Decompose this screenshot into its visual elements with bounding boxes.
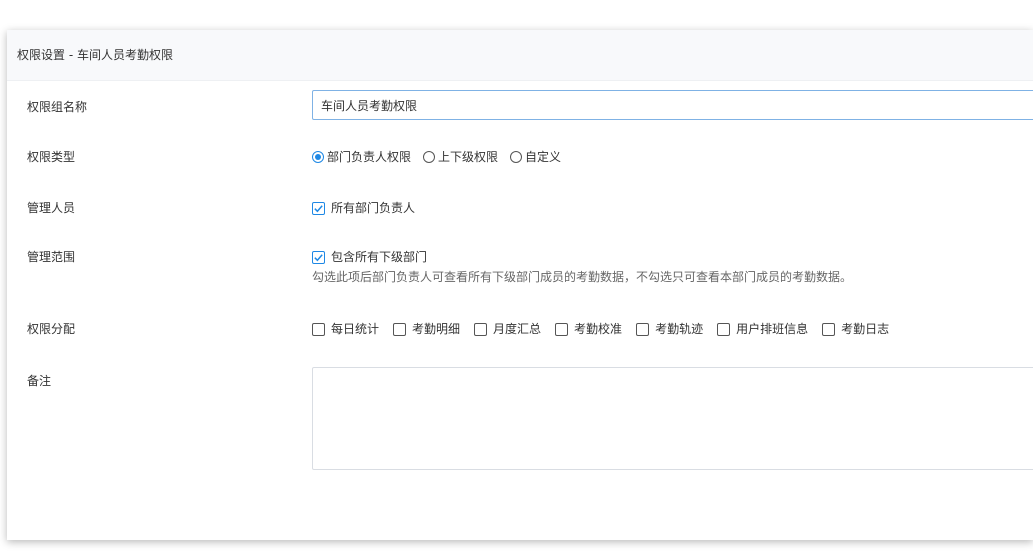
remark-label: 备注 (27, 374, 52, 388)
scope-hint: 勾选此项后部门负责人可查看所有下级部门成员的考勤数据，不勾选只可查看本部门成员的… (312, 270, 853, 284)
checkbox-label: 包含所有下级部门 (331, 250, 428, 264)
checkbox-checked-icon (312, 250, 325, 264)
perm-type-radio-group: 部门负责人权限 上下级权限 自定义 (312, 148, 1033, 166)
perm-type-option-hierarchy[interactable]: 上下级权限 (423, 148, 498, 166)
perm-type-option-dept-head[interactable]: 部门负责人权限 (312, 148, 411, 166)
group-name-label: 权限组名称 (27, 100, 88, 114)
group-name-input[interactable] (312, 90, 1033, 120)
checkbox-unchecked-icon (822, 322, 836, 336)
perm-type-option-label: 上下级权限 (438, 150, 499, 164)
checkbox-label: 所有部门负责人 (331, 201, 416, 215)
allocation-option-attendance-track[interactable]: 考勤轨迹 (636, 320, 703, 338)
checkbox-label: 考勤日志 (841, 322, 890, 336)
remark-textarea[interactable] (312, 367, 1033, 470)
checkbox-label: 每日统计 (331, 322, 380, 336)
checkbox-label: 考勤校准 (574, 322, 623, 336)
checkbox-label: 考勤轨迹 (655, 322, 704, 336)
perm-type-option-label: 部门负责人权限 (327, 150, 412, 164)
allocation-option-monthly-summary[interactable]: 月度汇总 (474, 320, 541, 338)
perm-type-option-custom[interactable]: 自定义 (510, 148, 561, 166)
checkbox-unchecked-icon (393, 322, 407, 336)
allocation-option-daily-stats[interactable]: 每日统计 (312, 320, 379, 338)
radio-selected-icon (312, 151, 324, 163)
allocation-option-user-shift-info[interactable]: 用户排班信息 (717, 320, 808, 338)
checkbox-unchecked-icon (312, 322, 325, 336)
scope-content: 包含所有下级部门 勾选此项后部门负责人可查看所有下级部门成员的考勤数据，不勾选只… (312, 248, 1033, 286)
perm-type-option-label: 自定义 (525, 150, 562, 164)
checkbox-unchecked-icon (636, 322, 650, 336)
checkbox-label: 考勤明细 (412, 322, 461, 336)
radio-unselected-icon (510, 151, 523, 163)
checkbox-unchecked-icon (555, 322, 569, 336)
checkbox-unchecked-icon (474, 322, 488, 336)
allocation-option-attendance-log[interactable]: 考勤日志 (822, 320, 889, 338)
allocation-option-attendance-detail[interactable]: 考勤明细 (393, 320, 460, 338)
all-dept-heads-checkbox[interactable]: 所有部门负责人 (312, 199, 415, 217)
allocation-option-attendance-calibration[interactable]: 考勤校准 (555, 320, 622, 338)
checkbox-checked-icon (312, 201, 325, 215)
panel-title: 权限设置 - 车间人员考勤权限 (7, 30, 1033, 81)
checkbox-label: 用户排班信息 (736, 322, 809, 336)
checkbox-unchecked-icon (717, 322, 731, 336)
checkbox-label: 月度汇总 (493, 322, 542, 336)
include-sub-depts-checkbox[interactable]: 包含所有下级部门 (312, 248, 427, 266)
radio-unselected-icon (423, 151, 436, 163)
allocation-label: 权限分配 (27, 322, 76, 336)
allocation-checkbox-group: 每日统计 考勤明细 月度汇总 考勤校准 考勤轨迹 用户排班信息 考勤日志 (312, 320, 1033, 338)
perm-type-label: 权限类型 (27, 150, 76, 164)
permission-settings-panel: 权限设置 - 车间人员考勤权限 权限组名称 权限类型 部门负责人权限 上下级权限… (7, 30, 1033, 540)
scope-label: 管理范围 (27, 250, 76, 264)
managers-label: 管理人员 (27, 201, 76, 215)
managers-checkbox-group: 所有部门负责人 (312, 199, 1033, 217)
